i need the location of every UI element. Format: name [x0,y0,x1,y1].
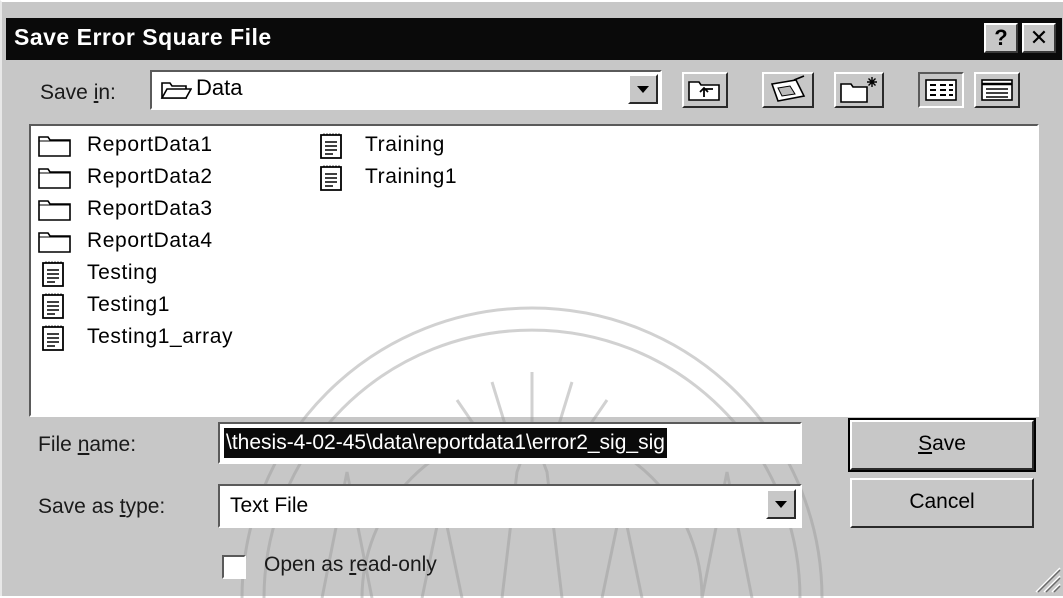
folder-icon [38,232,71,253]
file-name: Testing1 [87,293,171,316]
help-icon: ? [994,25,1008,50]
file-name-input[interactable]: \thesis-4-02-45\data\reportdata1\error2_… [218,422,802,464]
file-name: ReportData1 [87,133,213,156]
close-button[interactable]: ✕ [1022,23,1056,53]
details-view-icon [981,79,1013,101]
file-name-label: File name: [38,433,137,456]
resize-grip-icon[interactable] [1032,562,1062,594]
desktop-button[interactable] [762,72,814,108]
file-name: ReportData3 [87,197,213,220]
folder-icon [38,200,71,221]
save-dialog: Save Error Square File ? ✕ Save in: Data [0,0,1063,598]
save-as-type-value: Text File [230,494,309,517]
save-in-dropdown-arrow[interactable] [628,74,658,104]
up-one-level-icon [688,81,720,101]
read-only-label[interactable]: Open as read-only [264,553,437,577]
save-in-dropdown[interactable]: Data [150,70,662,110]
desktop-icon [770,75,806,102]
help-button[interactable]: ? [984,23,1018,53]
details-view-button[interactable] [974,72,1020,108]
save-in-value: Data [196,75,243,100]
chevron-down-icon [637,86,649,93]
text-file-icon [320,165,342,191]
create-new-folder-icon [840,77,877,103]
file-name: Testing1_array [87,325,234,348]
file-name: Training [365,133,445,156]
text-file-icon [42,261,64,287]
text-file-icon [320,133,342,159]
chevron-down-icon [775,501,787,508]
list-view-button[interactable] [918,72,964,108]
file-name: Testing [87,261,158,284]
read-only-checkbox[interactable] [222,555,246,579]
title-bar[interactable]: Save Error Square File ? ✕ [6,18,1062,60]
save-as-type-dropdown-arrow[interactable] [766,489,796,519]
save-in-label: Save in: [40,81,116,104]
folder-icon [38,136,71,157]
list-view-icon [925,79,957,101]
window-title: Save Error Square File [14,24,272,50]
create-new-folder-button[interactable] [834,72,884,108]
folder-open-icon [160,82,192,99]
file-name-value: \thesis-4-02-45\data\reportdata1\error2_… [224,428,667,458]
file-name: Training1 [365,165,458,188]
save-as-type-dropdown[interactable]: Text File [218,484,802,528]
file-list[interactable]: ReportData1 ReportData2 ReportData3 Repo… [29,124,1039,417]
file-name: ReportData2 [87,165,213,188]
text-file-icon [42,325,64,351]
save-button[interactable]: Save [848,418,1036,472]
cancel-button[interactable]: Cancel [850,478,1034,528]
up-one-level-button[interactable] [682,72,728,108]
close-icon: ✕ [1029,25,1049,50]
file-name: ReportData4 [87,229,213,252]
text-file-icon [42,293,64,319]
save-as-type-label: Save as type: [38,495,166,518]
folder-icon [38,168,71,189]
